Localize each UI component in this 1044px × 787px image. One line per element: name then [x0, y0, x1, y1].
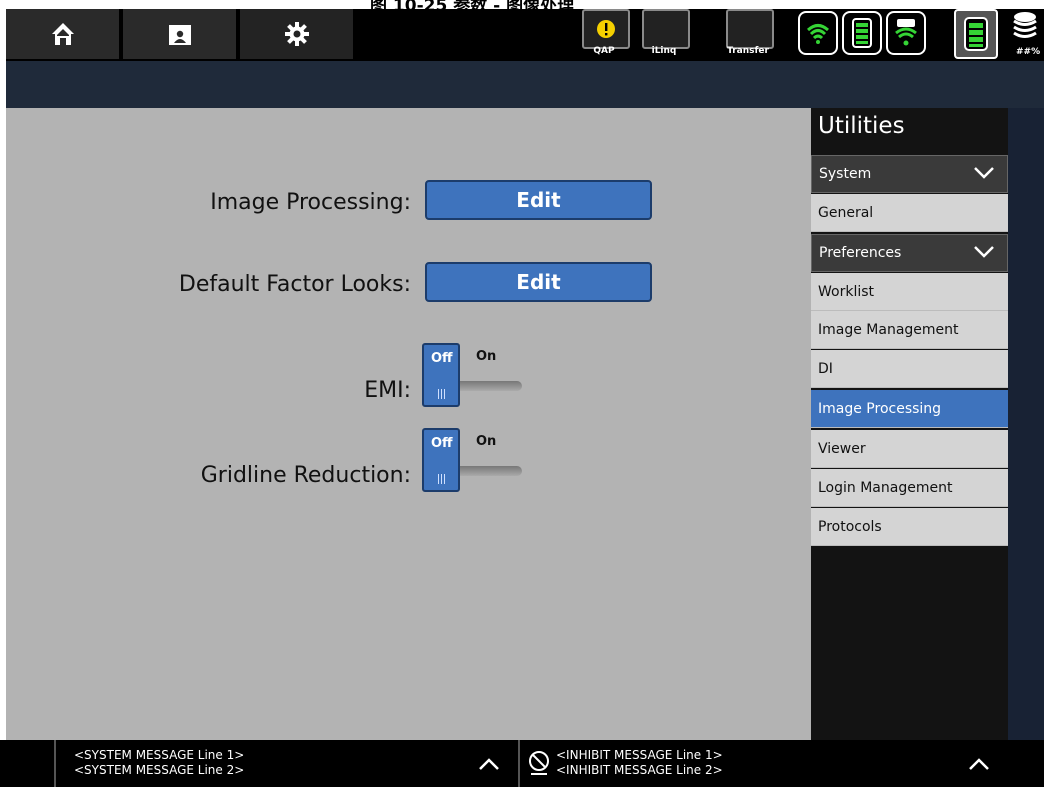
sidebar-header-label: Preferences	[819, 245, 902, 261]
gridline-reduction-toggle[interactable]: Off On	[422, 428, 532, 492]
image-processing-edit-button[interactable]: Edit	[425, 180, 652, 220]
sidebar-item-worklist[interactable]: Worklist	[811, 273, 1008, 311]
settings-panel: Image Processing: Edit Default Factor Lo…	[6, 108, 811, 740]
detector-battery-status[interactable]	[842, 11, 882, 55]
chevron-down-icon	[974, 246, 994, 258]
message-bar: <SYSTEM MESSAGE Line 1> <SYSTEM MESSAGE …	[0, 740, 1044, 787]
sidebar-item-viewer[interactable]: Viewer	[811, 430, 1008, 468]
detector-wifi-icon	[895, 19, 917, 46]
home-icon	[51, 23, 74, 45]
system-message-line-2: <SYSTEM MESSAGE Line 2>	[74, 763, 245, 777]
sidebar-item-general[interactable]: General	[811, 194, 1008, 232]
default-factor-looks-edit-button[interactable]: Edit	[425, 262, 652, 302]
qap-label: QAP	[593, 46, 615, 56]
emi-label: EMI:	[364, 378, 411, 403]
battery-percent-text: ##%	[1016, 47, 1041, 57]
battery-full-icon	[964, 17, 988, 51]
inhibit-message-line-1: <INHIBIT MESSAGE Line 1>	[556, 748, 723, 762]
sidebar-item-label: General	[818, 204, 874, 221]
toggle-grip-icon	[438, 474, 448, 484]
sidebar-item-image-processing[interactable]: Image Processing	[811, 390, 1008, 428]
sidebar-item-label: DI	[818, 360, 833, 377]
emi-off-segment[interactable]: Off	[422, 343, 460, 407]
home-button[interactable]	[6, 9, 123, 59]
image-processing-label: Image Processing:	[210, 190, 411, 215]
sidebar-item-label: Image Processing	[818, 400, 942, 417]
emi-toggle[interactable]: Off On	[422, 343, 532, 407]
sidebar-header-system[interactable]: System	[811, 155, 1008, 193]
sidebar-item-label: Protocols	[818, 518, 882, 535]
system-battery-status[interactable]	[954, 9, 998, 59]
sidebar-item-label: Image Management	[818, 321, 959, 338]
transfer-status-button[interactable]	[726, 9, 774, 49]
database-icon	[1013, 12, 1037, 38]
figure-caption: 图 10-25 参数 - 图像处理	[370, 0, 710, 9]
sidebar-header-label: System	[819, 166, 872, 182]
sidebar-item-di[interactable]: DI	[811, 350, 1008, 388]
emi-off-text: Off	[431, 351, 453, 366]
divider	[518, 740, 520, 787]
emi-on-text: On	[476, 349, 497, 364]
detector-wifi-status[interactable]	[886, 11, 926, 55]
toggle-grip-icon	[438, 389, 448, 399]
sidebar-item-label: Login Management	[818, 479, 953, 496]
sidebar-item-label: Viewer	[818, 440, 866, 457]
inhibit-icon	[529, 751, 549, 775]
warning-icon	[597, 20, 615, 38]
divider	[54, 740, 56, 787]
top-toolbar: QAP iLinq Transfer ##%	[6, 9, 1044, 61]
worklist-button[interactable]	[123, 9, 240, 59]
sub-header-bar	[6, 61, 1044, 108]
utilities-title: Utilities	[818, 113, 905, 139]
emi-toggle-track[interactable]	[460, 381, 522, 391]
default-factor-looks-label: Default Factor Looks:	[178, 272, 411, 297]
qap-status-button[interactable]	[582, 9, 630, 49]
chevron-up-icon[interactable]	[968, 757, 990, 771]
sidebar-item-label: Worklist	[818, 283, 875, 300]
gear-icon	[284, 22, 309, 46]
inhibit-message-line-2: <INHIBIT MESSAGE Line 2>	[556, 763, 723, 777]
gridline-reduction-label: Gridline Reduction:	[200, 463, 411, 488]
gridline-off-segment[interactable]: Off	[422, 428, 460, 492]
wifi-status[interactable]	[798, 11, 838, 55]
ilinq-label: iLinq	[651, 46, 677, 56]
gridline-off-text: Off	[431, 436, 453, 451]
system-message-line-1: <SYSTEM MESSAGE Line 1>	[74, 748, 245, 762]
sidebar-edge	[1008, 108, 1044, 740]
sidebar-item-image-management[interactable]: Image Management	[811, 311, 1008, 349]
wifi-icon	[806, 24, 830, 44]
ilinq-status-button[interactable]	[642, 9, 690, 49]
sidebar-item-protocols[interactable]: Protocols	[811, 508, 1008, 546]
chevron-up-icon[interactable]	[478, 757, 500, 771]
sidebar-item-login-management[interactable]: Login Management	[811, 469, 1008, 507]
patient-folder-icon	[168, 25, 191, 45]
settings-button[interactable]	[240, 9, 357, 59]
gridline-on-text: On	[476, 434, 497, 449]
sidebar-header-preferences[interactable]: Preferences	[811, 234, 1008, 272]
gridline-toggle-track[interactable]	[460, 466, 522, 476]
transfer-label: Transfer	[727, 46, 769, 56]
battery-icon	[852, 18, 872, 48]
chevron-down-icon	[974, 167, 994, 179]
